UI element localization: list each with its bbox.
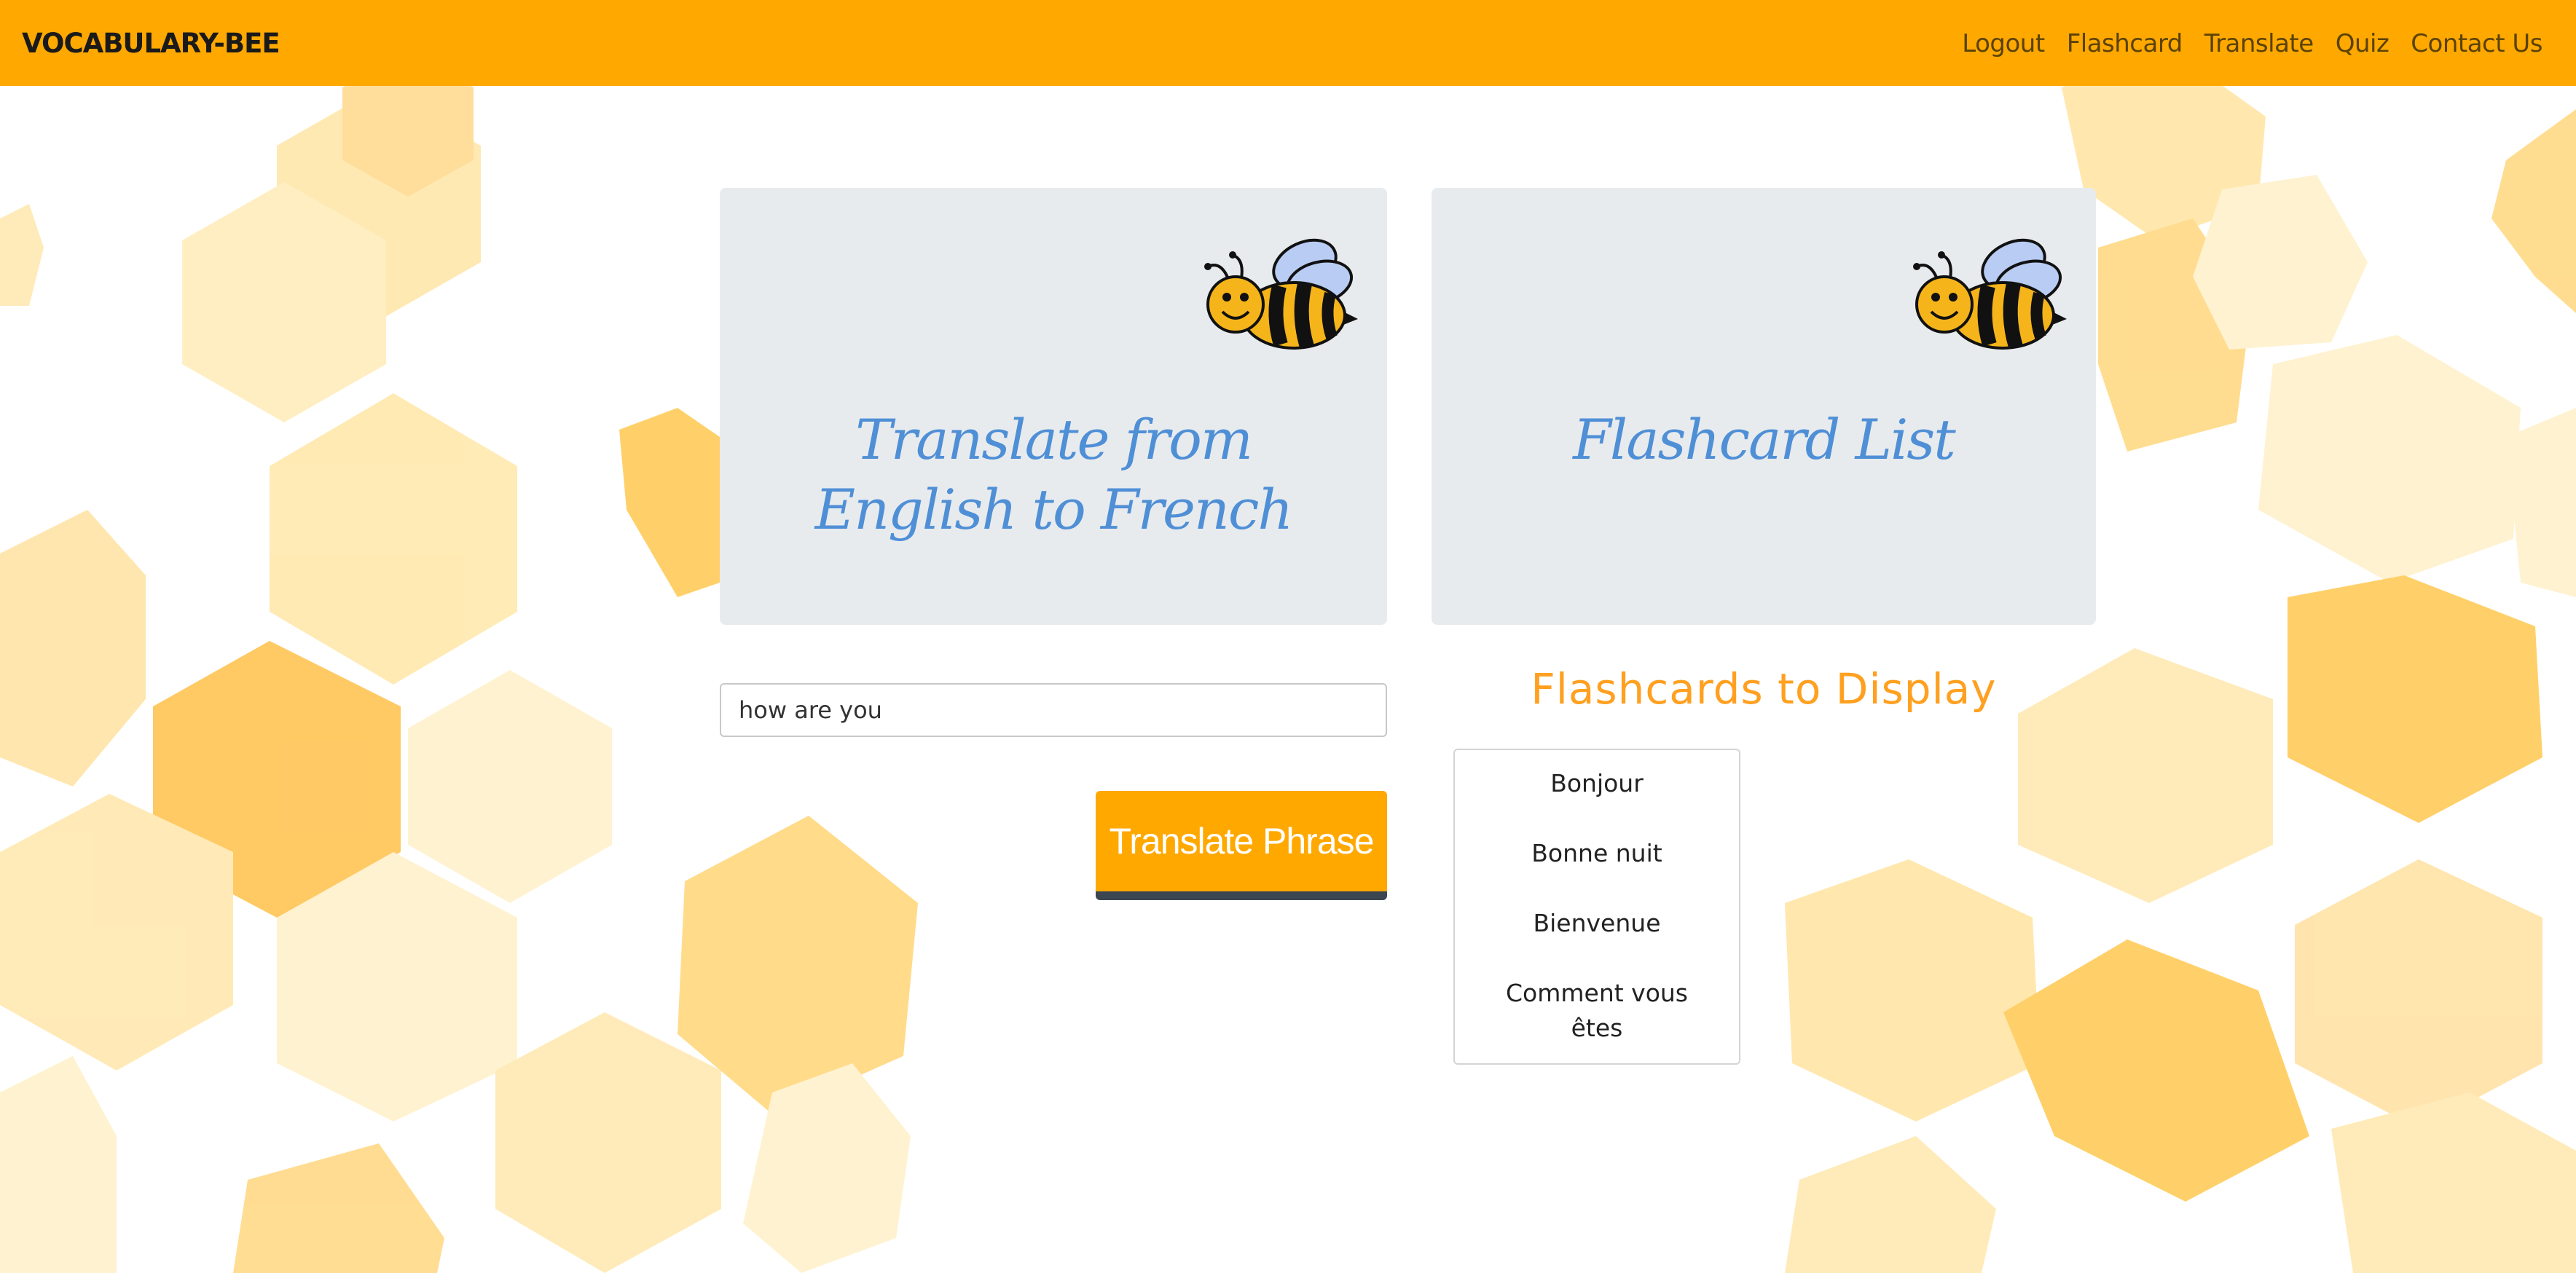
flashcard-item[interactable]: Comment vous êtes xyxy=(1455,976,1739,1046)
flashcard-item[interactable]: Bienvenue xyxy=(1455,906,1739,941)
nav-link-contact-us[interactable]: Contact Us xyxy=(2411,22,2542,66)
flashcards-heading: Flashcards to Display xyxy=(1531,664,1997,714)
flashcard-list: Bonjour Bonne nuit Bienvenue Comment vou… xyxy=(1453,749,1740,1065)
translate-panel: Translate from English to French xyxy=(720,188,1387,625)
translate-panel-title: Translate from English to French xyxy=(814,407,1294,542)
bee-icon xyxy=(1913,238,2067,350)
bee-icon xyxy=(1204,238,1358,350)
flashcard-item[interactable]: Bonne nuit xyxy=(1455,836,1739,871)
flashcard-panel-title: Flashcard List xyxy=(1573,407,1956,472)
navbar: VOCABULARY-BEE Logout Flashcard Translat… xyxy=(0,0,2576,86)
flashcard-item[interactable]: Bonjour xyxy=(1455,766,1739,801)
flashcard-panel: Flashcard List xyxy=(1432,188,2096,625)
nav-link-flashcard[interactable]: Flashcard xyxy=(2067,22,2183,66)
nav-link-logout[interactable]: Logout xyxy=(1962,22,2045,66)
phrase-input[interactable] xyxy=(720,683,1387,737)
nav-link-translate[interactable]: Translate xyxy=(2204,22,2314,66)
nav-links: Logout Flashcard Translate Quiz Contact … xyxy=(1962,22,2542,66)
nav-link-quiz[interactable]: Quiz xyxy=(2336,22,2390,66)
brand-logo[interactable]: VOCABULARY-BEE xyxy=(22,22,280,66)
translate-phrase-button[interactable]: Translate Phrase xyxy=(1096,791,1387,900)
